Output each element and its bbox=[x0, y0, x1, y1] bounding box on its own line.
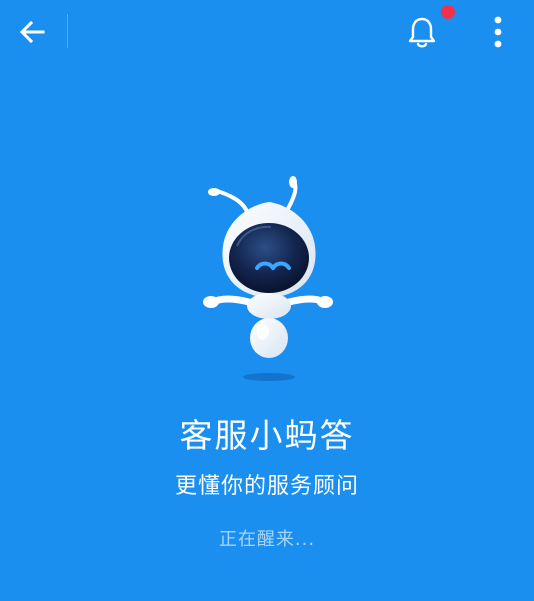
customer-service-screen: 客服小蚂答 更懂你的服务顾问 正在醒来... bbox=[0, 0, 534, 601]
back-button[interactable] bbox=[8, 12, 56, 52]
assistant-subtitle: 更懂你的服务顾问 bbox=[174, 474, 359, 499]
loading-status-text: 正在醒来... bbox=[218, 529, 316, 550]
ant-robot-mascot-illustration bbox=[203, 176, 333, 381]
notification-button[interactable] bbox=[398, 10, 446, 54]
notification-badge-dot bbox=[441, 5, 455, 19]
more-vertical-icon bbox=[494, 16, 502, 48]
assistant-title: 客服小蚂答 bbox=[179, 416, 355, 455]
arrow-left-icon bbox=[19, 20, 45, 44]
bell-icon bbox=[408, 17, 436, 48]
toolbar-divider bbox=[67, 14, 68, 48]
more-options-button[interactable] bbox=[476, 10, 520, 54]
top-bar bbox=[0, 0, 534, 64]
